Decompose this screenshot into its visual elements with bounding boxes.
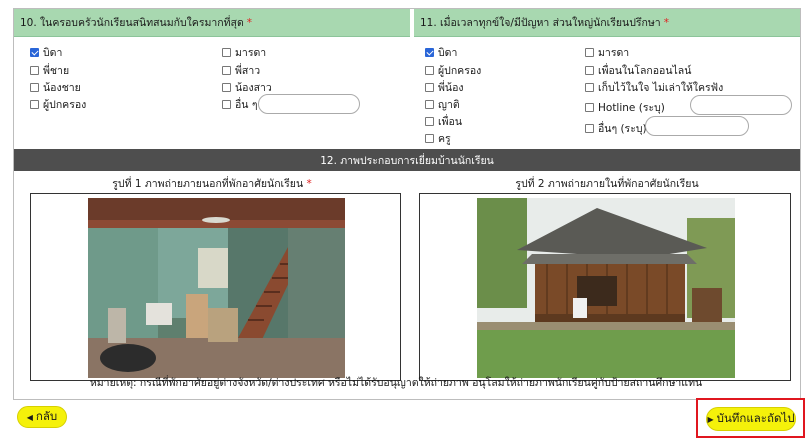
checkbox-icon[interactable] [425, 100, 434, 109]
q10-option-older-sister[interactable]: พี่สาว [222, 63, 260, 78]
q12-header: 12. ภาพประกอบการเยี่ยมบ้านนักเรียน [14, 149, 800, 171]
checkbox-icon[interactable] [425, 83, 434, 92]
checkbox-icon[interactable] [222, 66, 231, 75]
q10-title: 10. ในครอบครัวนักเรียนสนิทสนมกับใครมากที… [20, 17, 244, 29]
photo2-box[interactable] [419, 193, 791, 381]
checkbox-icon[interactable] [222, 48, 231, 57]
required-mark: * [663, 16, 669, 29]
q11-other-input[interactable] [645, 116, 749, 136]
q10-header: 10. ในครอบครัวนักเรียนสนิทสนมกับใครมากที… [14, 9, 410, 37]
q11-option-online-friends[interactable]: เพื่อนในโลกออนไลน์ [585, 63, 691, 78]
checkbox-icon[interactable] [585, 103, 594, 112]
checkbox-icon[interactable] [585, 48, 594, 57]
checkbox-icon[interactable] [425, 48, 434, 57]
q11-option-friends[interactable]: เพื่อน [425, 114, 462, 129]
q10-option-guardian[interactable]: ผู้ปกครอง [30, 97, 86, 112]
q10-option-mother[interactable]: มารดา [222, 45, 266, 60]
checkbox-icon[interactable] [30, 83, 39, 92]
photo1-box[interactable] [30, 193, 401, 381]
checkbox-icon[interactable] [585, 124, 594, 133]
photo2-image [477, 198, 735, 378]
checkbox-icon[interactable] [585, 83, 594, 92]
checkbox-icon[interactable] [425, 117, 434, 126]
checkbox-icon[interactable] [222, 100, 231, 109]
back-button[interactable]: ◀ กลับ [17, 406, 67, 428]
q11-option-relatives[interactable]: ญาติ [425, 97, 460, 112]
q11-option-siblings[interactable]: พี่น้อง [425, 80, 464, 95]
checkbox-icon[interactable] [222, 83, 231, 92]
photo1-image [88, 198, 345, 378]
form-panel: 10. ในครอบครัวนักเรียนสนิทสนมกับใครมากที… [13, 8, 801, 400]
triangle-left-icon: ◀ [26, 412, 33, 422]
save-button-label: บันทึกและถัดไป [716, 411, 795, 425]
required-mark: * [306, 178, 312, 190]
back-button-label: กลับ [35, 409, 58, 423]
photo-note: หมายเหตุ: กรณีที่พักอาศัยอยู่ต่างจังหวัด… [89, 377, 703, 389]
q11-option-guardian[interactable]: ผู้ปกครอง [425, 63, 481, 78]
triangle-right-icon: ▶ [707, 414, 714, 424]
save-and-next-button[interactable]: ▶ บันทึกและถัดไป [706, 407, 796, 431]
q11-option-keep-to-self[interactable]: เก็บไว้ในใจ ไม่เล่าให้ใครฟัง [585, 80, 723, 95]
q10-option-older-brother[interactable]: พี่ชาย [30, 63, 69, 78]
q11-option-other[interactable]: อื่นๆ (ระบุ) [585, 121, 647, 136]
checkbox-icon[interactable] [585, 66, 594, 75]
checkbox-icon[interactable] [425, 66, 434, 75]
q11-option-father[interactable]: บิดา [425, 45, 457, 60]
q10-option-younger-sister[interactable]: น้องสาว [222, 80, 272, 95]
q11-option-hotline[interactable]: Hotline (ระบุ) [585, 100, 665, 115]
q11-title: 11. เมื่อเวลาทุกข์ใจ/มีปัญหา ส่วนใหญ่นัก… [420, 17, 661, 29]
q10-option-father[interactable]: บิดา [30, 45, 62, 60]
q10-option-younger-brother[interactable]: น้องชาย [30, 80, 81, 95]
q11-option-teacher[interactable]: ครู [425, 131, 451, 146]
q11-option-mother[interactable]: มารดา [585, 45, 629, 60]
q10-option-other[interactable]: อื่น ๆ [222, 97, 257, 112]
checkbox-icon[interactable] [30, 48, 39, 57]
photo2-caption: รูปที่ 2 ภาพถ่ายภายในที่พักอาศัยนักเรียน [515, 178, 699, 190]
required-mark: * [246, 16, 253, 29]
q10-other-input[interactable] [258, 94, 360, 114]
checkbox-icon[interactable] [30, 100, 39, 109]
save-button-highlight: ▶ บันทึกและถัดไป [696, 398, 805, 438]
q11-header: 11. เมื่อเวลาทุกข์ใจ/มีปัญหา ส่วนใหญ่นัก… [414, 9, 800, 37]
photo1-caption: รูปที่ 1 ภาพถ่ายภายนอกที่พักอาศัยนักเรีย… [112, 178, 312, 190]
checkbox-icon[interactable] [30, 66, 39, 75]
q11-hotline-input[interactable] [690, 95, 792, 115]
checkbox-icon[interactable] [425, 134, 434, 143]
